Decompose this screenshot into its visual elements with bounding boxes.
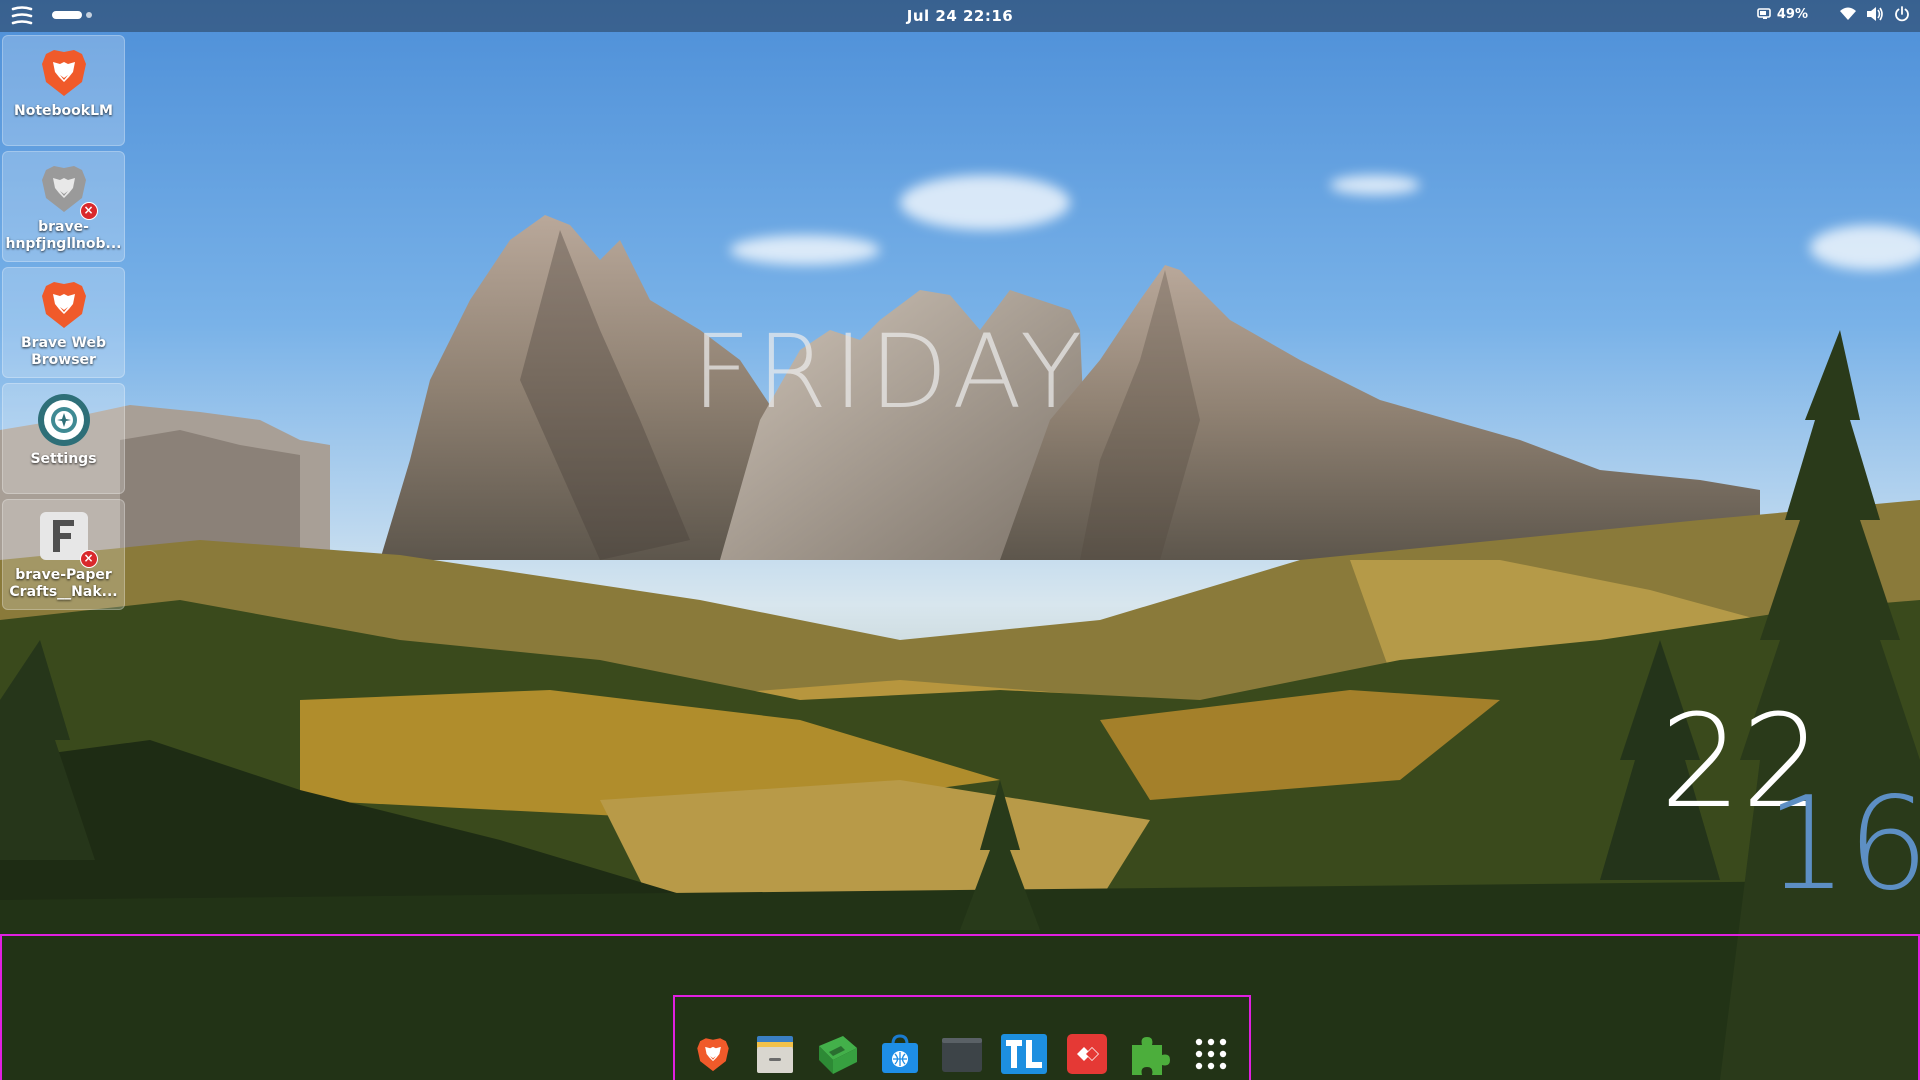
apps-grid-icon — [1191, 1034, 1231, 1074]
dock — [673, 995, 1251, 1080]
volume-icon[interactable] — [1866, 6, 1884, 22]
broken-launcher-badge-icon: × — [79, 550, 98, 568]
desktop-icon-label: brave-hnpfjngllnob... — [5, 219, 122, 252]
brave-lion-icon — [693, 1032, 733, 1076]
desktop-icon-settings[interactable]: Settings — [2, 383, 125, 494]
paper-f-icon: × — [36, 508, 98, 568]
desktop-icon-label: Brave Web Browser — [21, 335, 106, 368]
dock-item-files[interactable] — [751, 1030, 799, 1078]
system-status-menu[interactable]: 49% — [1757, 6, 1910, 22]
top-bar: Jul 24 22:16 49% — [0, 0, 1920, 32]
dock-item-brave[interactable] — [689, 1030, 737, 1078]
settings-gear-icon — [36, 392, 92, 448]
clock-widget-minute: 16 — [1766, 770, 1920, 919]
files-icon — [753, 1032, 797, 1076]
desktop-icon-column: NotebookLM × brave-hnpfjngllnob... Brave… — [2, 35, 126, 615]
wallpaper-forest — [0, 330, 1920, 1080]
day-of-week-widget: FRIDAY — [691, 313, 1089, 432]
dock-item-terminal[interactable] — [938, 1030, 986, 1078]
terminal-icon — [940, 1032, 984, 1076]
desktop-icon-brave-paper-crafts[interactable]: × brave-Paper Crafts__Nak... — [2, 499, 125, 610]
wifi-icon[interactable] — [1840, 7, 1856, 21]
battery-percent: 49% — [1776, 6, 1808, 22]
store-bag-icon — [878, 1032, 922, 1076]
power-icon[interactable] — [1894, 6, 1910, 22]
desktop-icon-label: Settings — [30, 451, 97, 467]
brave-lion-icon — [36, 276, 92, 332]
brave-lion-icon-gray: × — [36, 160, 98, 220]
brave-lion-icon — [36, 44, 92, 100]
battery-icon — [1757, 8, 1773, 20]
tl-icon — [1001, 1032, 1048, 1076]
battery-indicator[interactable]: 49% — [1757, 7, 1808, 22]
anydesk-icon — [1065, 1032, 1109, 1076]
desktop-icon-brave-web-browser[interactable]: Brave Web Browser — [2, 267, 125, 378]
topbar-clock[interactable]: Jul 24 22:16 — [0, 7, 1920, 25]
broken-launcher-badge-icon: × — [79, 202, 98, 220]
package-icon — [815, 1032, 861, 1076]
dock-item-tl[interactable] — [1000, 1030, 1048, 1078]
dock-item-show-apps[interactable] — [1187, 1030, 1235, 1078]
desktop-wallpaper — [0, 0, 1920, 1080]
topbar-clock-text[interactable]: Jul 24 22:16 — [907, 7, 1013, 25]
dock-item-package[interactable] — [814, 1030, 862, 1078]
dock-item-software-store[interactable] — [876, 1030, 924, 1078]
desktop-icon-label: NotebookLM — [14, 103, 113, 119]
dock-item-anydesk[interactable] — [1063, 1030, 1111, 1078]
puzzle-icon — [1126, 1031, 1172, 1077]
desktop-icon-label: brave-Paper Crafts__Nak... — [9, 567, 118, 600]
dock-item-extensions[interactable] — [1125, 1030, 1173, 1078]
desktop-icon-brave-hnpfjngllnob[interactable]: × brave-hnpfjngllnob... — [2, 151, 125, 262]
desktop-icon-notebooklm[interactable]: NotebookLM — [2, 35, 125, 146]
